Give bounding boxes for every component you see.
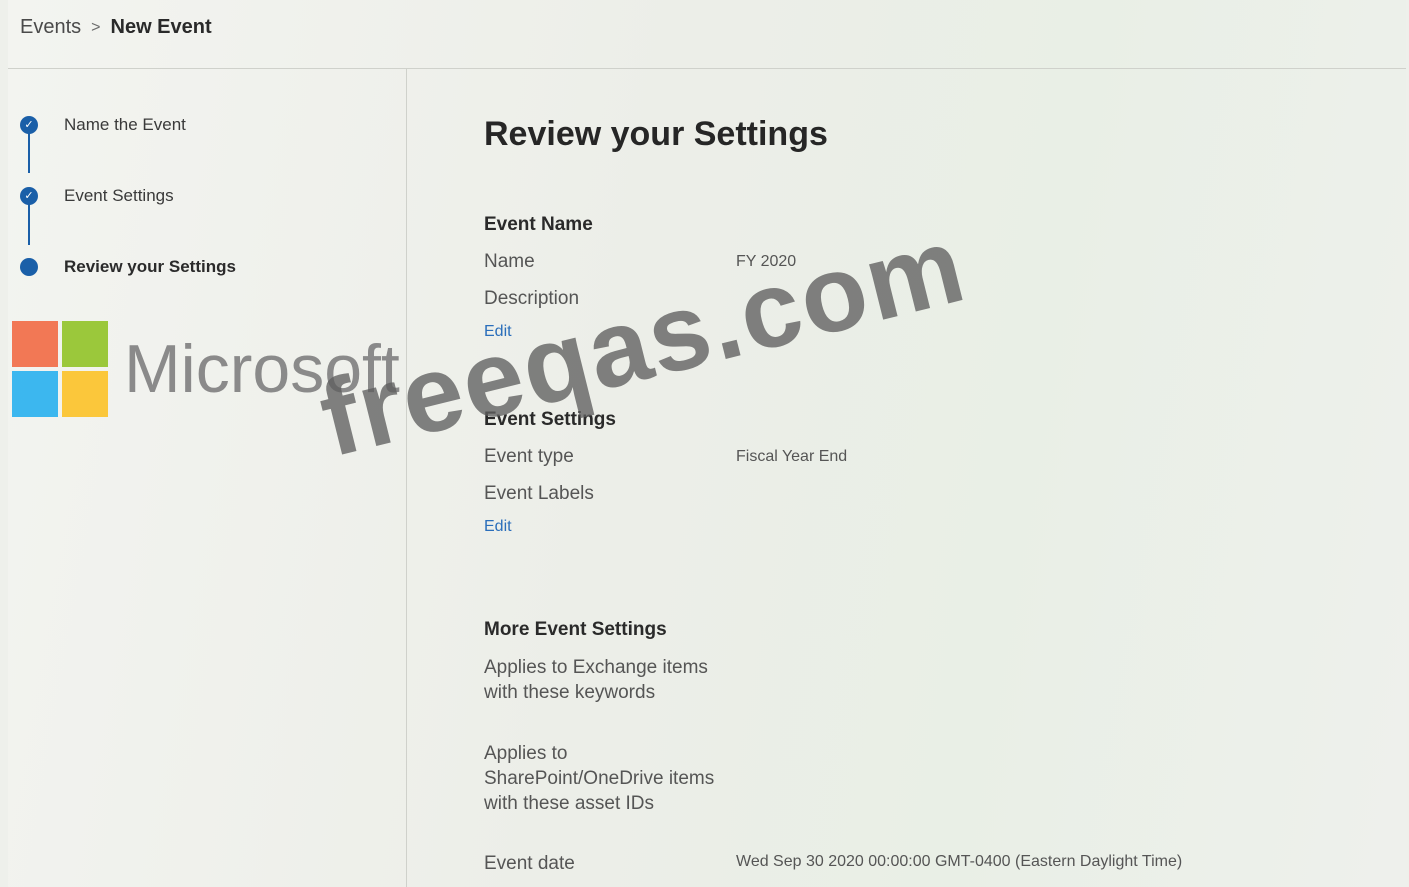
breadcrumb-events-link[interactable]: Events <box>20 16 81 39</box>
microsoft-logo: Microsoft <box>12 321 400 417</box>
name-label: Name <box>484 251 535 272</box>
event-settings-heading: Event Settings <box>484 409 616 430</box>
app-window: Events > New Event ✓ Name the Event ✓ Ev… <box>8 0 1406 887</box>
check-icon: ✓ <box>20 116 38 134</box>
breadcrumb: Events > New Event <box>20 16 212 39</box>
logo-square-yellow <box>62 371 108 417</box>
exchange-keywords-label: Applies to Exchange items with these key… <box>484 657 708 703</box>
event-date-value: Wed Sep 30 2020 00:00:00 GMT-0400 (Easte… <box>736 853 1183 870</box>
event-type-label: Event type <box>484 446 574 467</box>
breadcrumb-separator: > <box>91 18 101 36</box>
step-label: Name the Event <box>64 115 186 134</box>
event-labels-label: Event Labels <box>484 483 594 504</box>
event-type-value: Fiscal Year End <box>736 448 848 465</box>
wizard-sidebar: ✓ Name the Event ✓ Event Settings Review… <box>8 69 407 887</box>
edit-event-name-link[interactable]: Edit <box>484 323 512 341</box>
logo-square-green <box>62 321 108 367</box>
more-event-settings-heading: More Event Settings <box>484 619 667 640</box>
description-label: Description <box>484 288 580 309</box>
header-bar: Events > New Event <box>8 0 1406 69</box>
step-event-settings[interactable]: ✓ Event Settings <box>20 186 174 206</box>
step-review-your-settings[interactable]: Review your Settings <box>20 257 236 277</box>
logo-square-red <box>12 321 58 367</box>
step-label: Review your Settings <box>64 257 236 276</box>
edit-event-settings-link[interactable]: Edit <box>484 518 512 536</box>
check-icon: ✓ <box>20 187 38 205</box>
microsoft-wordmark: Microsoft <box>124 331 400 407</box>
current-step-dot-icon <box>20 258 38 276</box>
step-label: Event Settings <box>64 186 174 205</box>
watermark: freeqas.com <box>308 202 977 480</box>
logo-square-blue <box>12 371 58 417</box>
event-name-heading: Event Name <box>484 214 593 235</box>
step-name-the-event[interactable]: ✓ Name the Event <box>20 115 186 135</box>
page-title: Review your Settings <box>484 115 828 153</box>
sharepoint-asset-ids-label: Applies to SharePoint/OneDrive items wit… <box>484 743 715 814</box>
microsoft-logo-icon <box>12 321 108 417</box>
name-value: FY 2020 <box>736 253 797 270</box>
breadcrumb-current: New Event <box>110 16 212 38</box>
event-date-label: Event date <box>484 853 575 874</box>
